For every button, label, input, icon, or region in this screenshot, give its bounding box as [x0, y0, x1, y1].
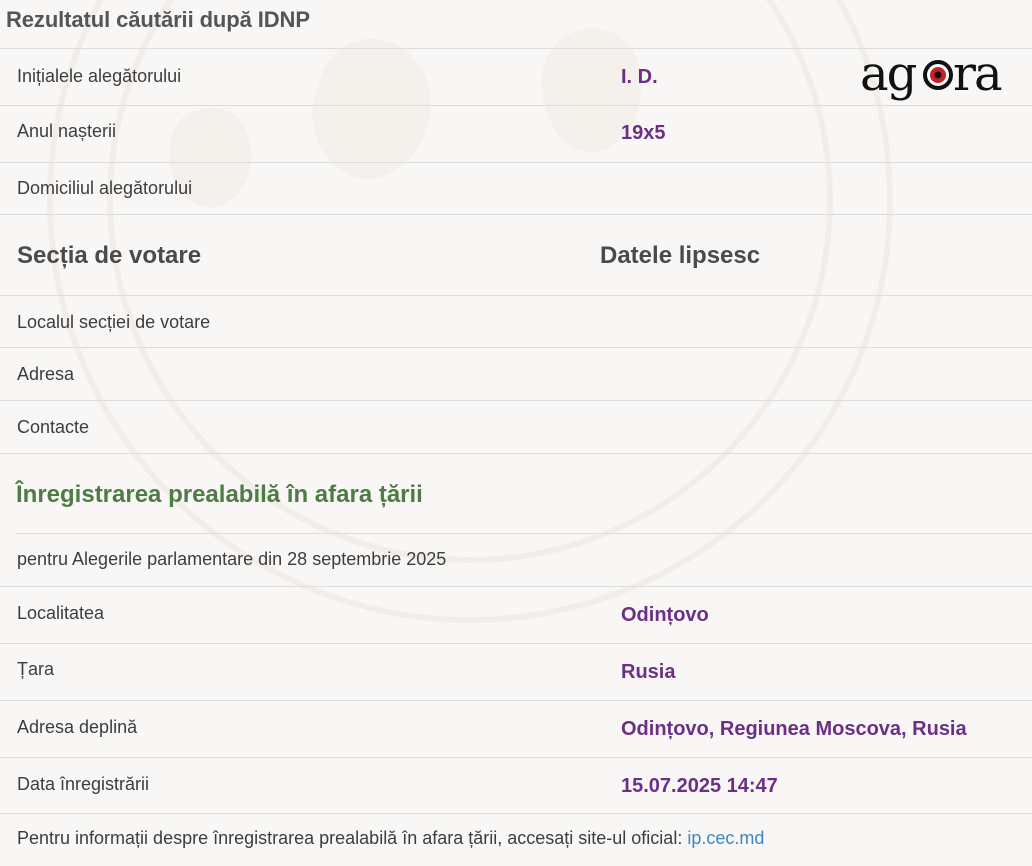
row-domicile: Domiciliul alegătorului: [0, 162, 1032, 215]
search-result-page: Rezultatul căutării după IDNP ag ra Iniț…: [0, 0, 1032, 866]
row-initials: Inițialele alegătorului I. D.: [0, 48, 1032, 105]
row-election: pentru Alegerile parlamentare din 28 sep…: [15, 533, 1032, 586]
initials-label: Inițialele alegătorului: [17, 66, 182, 86]
pre-registration-heading: Înregistrarea prealabilă în afara țării: [16, 481, 423, 508]
country-label: Țara: [17, 659, 55, 679]
polling-location-label: Localul secției de votare: [17, 312, 211, 332]
row-polling-address: Adresa: [0, 347, 1032, 400]
row-birth-year: Anul nașterii 19x5: [0, 105, 1032, 162]
full-address-label: Adresa deplină: [17, 717, 138, 737]
row-country: Țara Rusia: [0, 643, 1032, 700]
polling-contacts-label: Contacte: [17, 417, 90, 437]
page-title: Rezultatul căutării după IDNP: [6, 7, 310, 32]
election-label: pentru Alegerile parlamentare din 28 sep…: [17, 549, 447, 569]
row-locality: Localitatea Odințovo: [0, 586, 1032, 643]
initials-value: I. D.: [621, 66, 658, 88]
registration-date-value: 15.07.2025 14:47: [621, 775, 778, 797]
divider: [0, 813, 1032, 814]
row-registration-date: Data înregistrării 15.07.2025 14:47: [0, 757, 1032, 813]
row-polling-station-heading: Secția de votare Datele lipsesc: [0, 214, 1032, 296]
locality-value: Odințovo: [621, 604, 709, 626]
footer-info: Pentru informații despre înregistrarea p…: [17, 828, 764, 849]
row-full-address: Adresa deplină Odințovo, Regiunea Moscov…: [0, 700, 1032, 757]
polling-station-heading: Secția de votare: [17, 242, 202, 269]
row-polling-location: Localul secției de votare: [0, 295, 1032, 348]
domicile-label: Domiciliul alegătorului: [17, 178, 193, 198]
polling-address-label: Adresa: [17, 364, 75, 384]
divider: [0, 453, 1032, 454]
registration-date-label: Data înregistrării: [17, 774, 150, 794]
birth-year-label: Anul nașterii: [17, 121, 117, 141]
footer-text: Pentru informații despre înregistrarea p…: [17, 828, 688, 848]
locality-label: Localitatea: [17, 603, 105, 623]
full-address-value: Odințovo, Regiunea Moscova, Rusia: [621, 718, 967, 740]
birth-year-value: 19x5: [621, 122, 666, 144]
country-value: Rusia: [621, 661, 676, 683]
row-polling-contacts: Contacte: [0, 400, 1032, 453]
official-site-link[interactable]: ip.cec.md: [687, 828, 764, 848]
polling-station-status: Datele lipsesc: [600, 242, 761, 269]
